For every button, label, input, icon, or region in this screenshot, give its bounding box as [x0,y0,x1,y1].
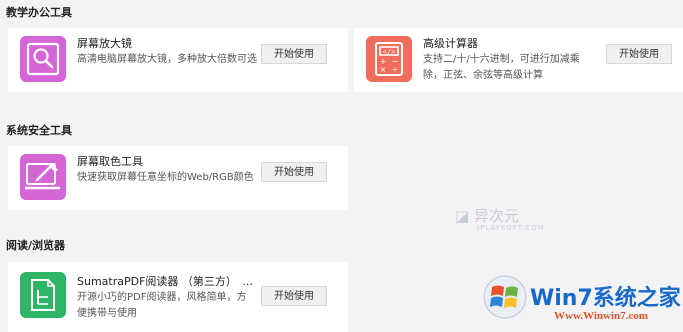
card-calculator[interactable]: </> + − × ÷ 高级计算器 支持二/十/十六进制，可进行加减乘除，正弦、… [354,28,683,92]
start-button[interactable]: 开始使用 [261,162,327,182]
section-title-office: 教学办公工具 [6,6,72,19]
card-description: 开源小巧的PDF阅读器，风格简单，方便携带与使用 [77,292,247,319]
calculator-icon: </> + − × ÷ [366,36,412,82]
card-name: 屏幕放大镜 [77,37,132,50]
start-button[interactable]: 开始使用 [261,44,327,64]
svg-text:</>: </> [383,48,396,56]
card-name: 屏幕取色工具 [77,155,143,168]
svg-text:×: × [380,65,387,74]
card-name: SumatraPDF阅读器 （第三方） ... [77,275,253,288]
section-title-reader: 阅读/浏览器 [6,239,66,252]
watermark-logo: ◪ 异次元 IPLAYSOFT.COM [455,205,545,232]
magnifier-icon [20,36,66,82]
svg-text:÷: ÷ [392,65,399,74]
card-magnifier[interactable]: 屏幕放大镜 高清电脑屏幕放大镜，多种放大倍数可选 开始使用 [8,28,348,92]
brand-title: Win7系统之家 [530,286,681,311]
watermark-title: 异次元 [473,207,519,225]
color-picker-icon [20,154,66,200]
card-description: 快速获取屏幕任意坐标的Web/RGB颜色 [77,172,254,183]
start-button[interactable]: 开始使用 [606,44,672,64]
pdf-reader-icon [20,272,66,318]
section-title-security: 系统安全工具 [6,124,72,137]
card-description: 高清电脑屏幕放大镜，多种放大倍数可选 [77,54,257,65]
card-description: 支持二/十/十六进制，可进行加减乘除，正弦、余弦等高级计算 [423,54,580,81]
watermark-glyph: ◪ [455,207,470,225]
windows-logo-icon [483,275,527,319]
card-sumatra[interactable]: SumatraPDF阅读器 （第三方） ... 开源小巧的PDF阅读器，风格简单… [8,262,348,332]
watermark-subtitle: IPLAYSOFT.COM [477,224,545,232]
start-button[interactable]: 开始使用 [261,286,327,306]
brand-url: Www.Winwin7.com [554,310,648,322]
win7-brand-logo: Win7系统之家 Www.Winwin7.com [478,270,683,332]
card-color-picker[interactable]: 屏幕取色工具 快速获取屏幕任意坐标的Web/RGB颜色 开始使用 [8,146,348,210]
card-name: 高级计算器 [423,37,478,50]
